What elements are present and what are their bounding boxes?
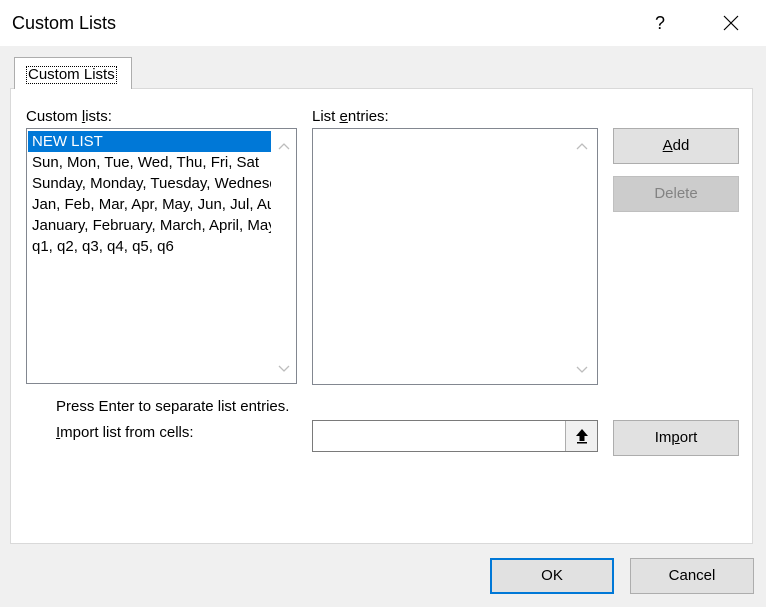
list-entries-textarea[interactable] [312, 128, 598, 385]
cancel-button[interactable]: Cancel [630, 558, 754, 594]
import-button-accel: p [671, 429, 680, 446]
import-field-label: Import list from cells: [56, 424, 194, 441]
scroll-down-arrow-icon[interactable] [567, 361, 597, 378]
custom-lists-label-pre: Custom [26, 108, 82, 125]
import-button-post: ort [679, 429, 698, 446]
tab-label: Custom Lists [26, 66, 117, 84]
help-button[interactable]: ? [640, 6, 680, 40]
ok-button[interactable]: OK [490, 558, 614, 594]
list-item[interactable]: Jan, Feb, Mar, Apr, May, Jun, Jul, Aug, … [28, 194, 271, 215]
scroll-up-arrow-icon[interactable] [271, 137, 296, 154]
custom-lists-scrollbar[interactable] [271, 129, 296, 383]
tab-custom-lists[interactable]: Custom Lists [14, 57, 132, 89]
scroll-up-arrow-icon[interactable] [567, 137, 597, 154]
import-label-rest: mport list from cells: [60, 424, 194, 441]
dialog-title: Custom Lists [12, 13, 117, 33]
close-icon [723, 15, 739, 31]
import-range-input[interactable] [312, 420, 598, 452]
collapse-dialog-button[interactable] [565, 421, 597, 451]
scroll-down-arrow-icon[interactable] [271, 360, 296, 377]
add-button[interactable]: Add [613, 128, 739, 164]
delete-button[interactable]: Delete [613, 176, 739, 212]
list-entries-label-pre: List [312, 108, 340, 125]
list-item[interactable]: Sun, Mon, Tue, Wed, Thu, Fri, Sat [28, 152, 271, 173]
add-button-label: dd [672, 137, 690, 154]
list-entries-label-post: ntries: [347, 108, 389, 125]
title-bar: Custom Lists ? [0, 0, 766, 46]
custom-lists-items: NEW LIST Sun, Mon, Tue, Wed, Thu, Fri, S… [28, 131, 271, 257]
custom-lists-label-post: ists: [85, 108, 112, 125]
import-button[interactable]: Import [613, 420, 739, 456]
list-entries-scrollbar[interactable] [567, 129, 597, 384]
list-item[interactable]: Sunday, Monday, Tuesday, Wednesday, Thur… [28, 173, 271, 194]
import-button-pre: Im [654, 429, 672, 446]
add-button-accel: A [662, 137, 673, 154]
custom-lists-listbox[interactable]: NEW LIST Sun, Mon, Tue, Wed, Thu, Fri, S… [26, 128, 297, 384]
list-entries-label-accel: e [339, 108, 348, 125]
list-entries-label: List entries: [312, 108, 389, 125]
close-button[interactable] [708, 6, 754, 40]
list-item[interactable]: NEW LIST [28, 131, 271, 152]
list-item[interactable]: January, February, March, April, May, Ju… [28, 215, 271, 236]
custom-lists-label: Custom lists: [26, 108, 112, 125]
list-item[interactable]: q1, q2, q3, q4, q5, q6 [28, 236, 271, 257]
collapse-dialog-icon [575, 429, 588, 444]
hint-text: Press Enter to separate list entries. [56, 398, 290, 415]
